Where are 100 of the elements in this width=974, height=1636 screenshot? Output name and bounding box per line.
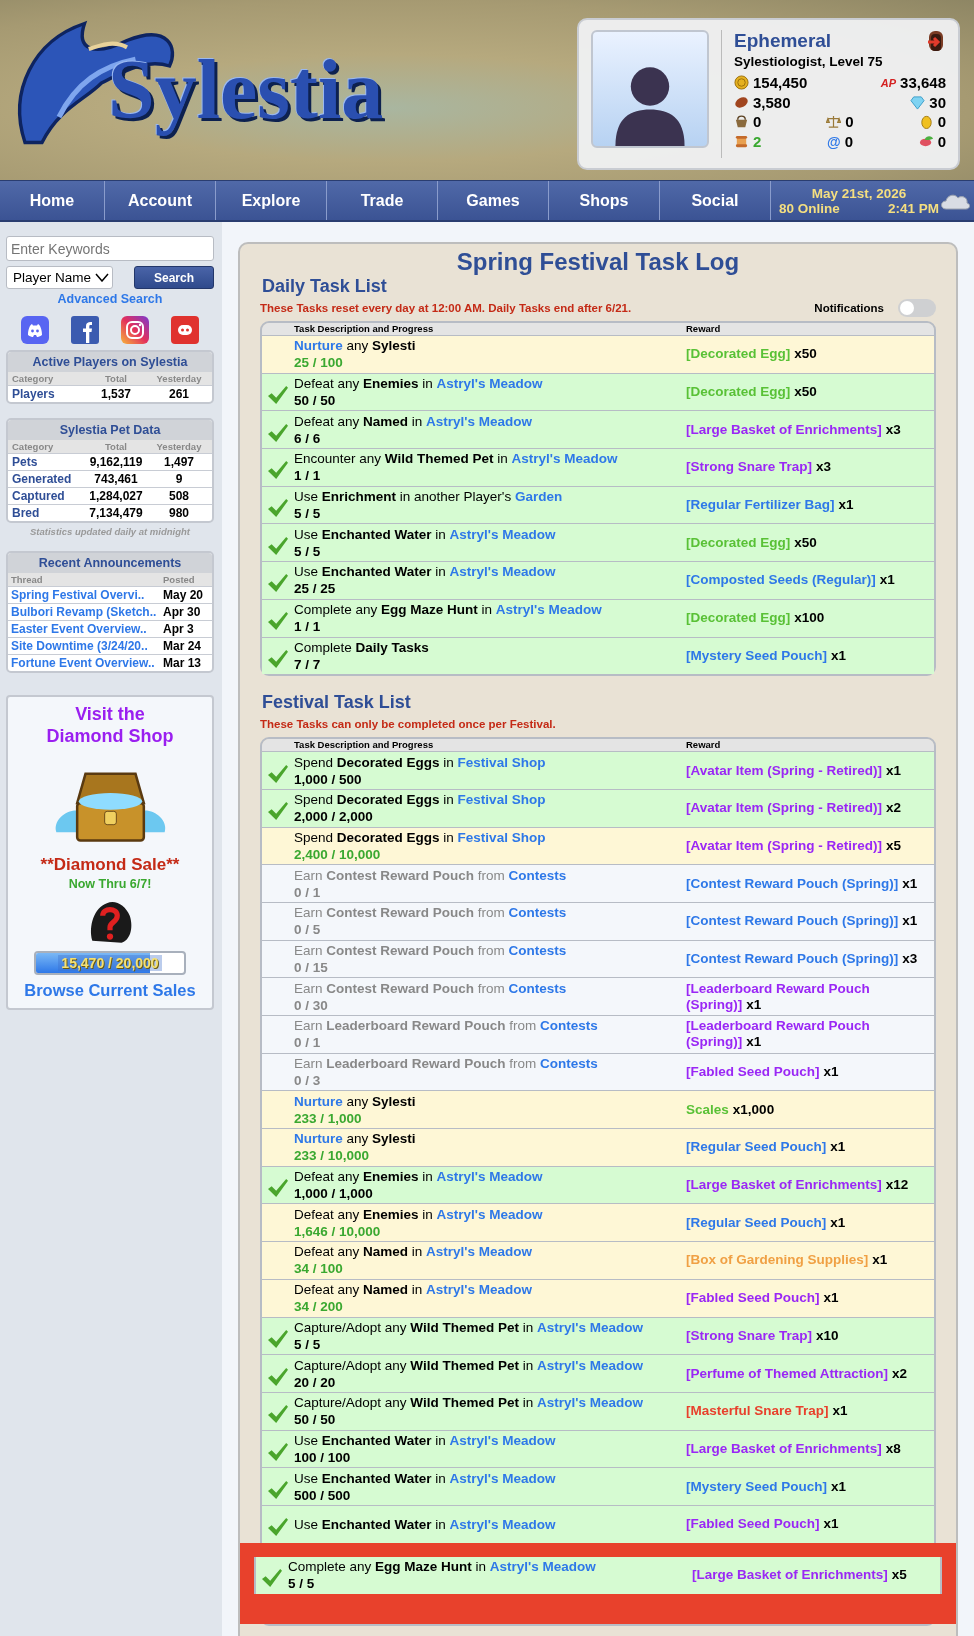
nav-tab[interactable]: Shops	[549, 181, 660, 220]
task-link[interactable]: Astryl's Meadow	[537, 1319, 643, 1335]
task-link[interactable]: Astryl's Meadow	[449, 1432, 556, 1448]
nav-tab[interactable]: Explore	[216, 181, 327, 220]
online-count-link[interactable]: 80 Online	[779, 200, 840, 216]
task-link[interactable]: Astryl's Meadow	[426, 1244, 533, 1260]
task-link[interactable]: Astryl's Meadow	[495, 602, 602, 618]
announcement-link[interactable]: Site Downtime (3/24/20..	[11, 639, 163, 653]
task-link[interactable]: Contests	[508, 905, 567, 921]
reward-text[interactable]: [Contest Reward Pouch (Spring)] x3	[686, 950, 934, 967]
reward-text[interactable]: [Box of Gardening Supplies] x1	[686, 1252, 934, 1269]
task-link[interactable]: Astryl's Meadow	[537, 1395, 643, 1411]
task-link[interactable]: Astryl's Meadow	[537, 1357, 643, 1373]
reward-text[interactable]: [Contest Reward Pouch (Spring)] x1	[686, 875, 934, 892]
reward-text[interactable]: Scales x1,000	[686, 1101, 934, 1118]
reward-text[interactable]: [Mystery Seed Pouch] x1	[686, 1478, 934, 1495]
task-link[interactable]: Astryl's Meadow	[426, 413, 533, 429]
nav-tab[interactable]: Account	[105, 181, 216, 220]
category-link[interactable]: Players	[12, 387, 82, 401]
reward-text[interactable]: [Fabled Seed Pouch] x1	[686, 1290, 934, 1307]
task-link[interactable]: Astryl's Meadow	[449, 526, 556, 542]
checkmark-icon	[267, 1404, 289, 1425]
task-link[interactable]: Nurture	[294, 1131, 343, 1147]
search-button[interactable]: Search	[134, 266, 214, 289]
task-link[interactable]: Contests	[508, 942, 567, 958]
announcement-link[interactable]: Bulbori Revamp (Sketch..	[11, 605, 163, 619]
instagram-icon[interactable]	[121, 316, 149, 344]
task-link[interactable]: Nurture	[294, 338, 343, 354]
task-link[interactable]: Astryl's Meadow	[449, 564, 556, 580]
avatar-placeholder[interactable]	[591, 30, 709, 148]
task-link[interactable]: Contests	[508, 867, 567, 883]
site-logo-text[interactable]: Sylestia	[108, 41, 384, 138]
reward-text[interactable]: [Decorated Egg] x50	[686, 384, 934, 401]
checkmark-icon	[267, 763, 289, 784]
advanced-search-link[interactable]: Advanced Search	[57, 292, 163, 306]
reward-text[interactable]: [Fabled Seed Pouch] x1	[686, 1064, 934, 1081]
category-link[interactable]: Captured	[12, 489, 82, 503]
checkmark-icon	[267, 385, 289, 406]
reward-text[interactable]: [Mystery Seed Pouch] x1	[686, 647, 934, 664]
reward-text[interactable]: [Perfume of Themed Attraction] x2	[686, 1365, 934, 1382]
reward-text[interactable]: [Regular Seed Pouch] x1	[686, 1139, 934, 1156]
keyword-search-field[interactable]: Enter Keywords	[6, 236, 214, 261]
diamond-shop-link[interactable]: Visit the Diamond Shop	[35, 703, 185, 747]
browse-sales-link[interactable]: Browse Current Sales	[24, 981, 196, 1000]
reward-text[interactable]: [Masterful Snare Trap] x1	[686, 1403, 934, 1420]
task-link[interactable]: Astryl's Meadow	[426, 1282, 533, 1298]
reward-text[interactable]: [Strong Snare Trap] x10	[686, 1327, 934, 1344]
reward-text[interactable]: [Leaderboard Reward Pouch (Spring)] x1	[686, 1018, 934, 1051]
category-link[interactable]: Bred	[12, 506, 82, 520]
notifications-label: Notifications	[814, 302, 884, 314]
task-link[interactable]: Astryl's Meadow	[449, 1516, 556, 1532]
game-controller-icon[interactable]	[171, 316, 199, 344]
task-link[interactable]: Astryl's Meadow	[511, 451, 618, 467]
reward-text[interactable]: [Large Basket of Enrichments] x12	[686, 1177, 934, 1194]
task-link[interactable]: Astryl's Meadow	[436, 1169, 543, 1185]
reward-text[interactable]: [Regular Fertilizer Bag] x1	[686, 497, 934, 514]
reward-text[interactable]: [Decorated Egg] x50	[686, 534, 934, 551]
facebook-icon[interactable]	[71, 316, 99, 344]
task-link[interactable]: Nurture	[294, 1093, 343, 1109]
reward-text[interactable]: [Large Basket of Enrichments] x8	[686, 1440, 934, 1457]
reward-text[interactable]: [Leaderboard Reward Pouch (Spring)] x1	[686, 980, 934, 1013]
task-link[interactable]: Astryl's Meadow	[436, 376, 543, 392]
task-link[interactable]: Contests	[540, 1056, 598, 1072]
reward-text[interactable]: [Strong Snare Trap] x3	[686, 459, 934, 476]
nav-tab[interactable]: Social	[660, 181, 771, 220]
reward-text[interactable]: [Composted Seeds (Regular)] x1	[686, 572, 934, 589]
reward-text[interactable]: [Large Basket of Enrichments] x5	[692, 1567, 940, 1584]
task-link[interactable]: Contests	[508, 980, 567, 996]
logout-door-icon[interactable]	[926, 30, 946, 52]
task-link[interactable]: Astryl's Meadow	[449, 1470, 556, 1486]
column-header: Task Description and Progress	[294, 739, 435, 752]
task-link[interactable]: Astryl's Meadow	[489, 1559, 596, 1575]
discord-icon[interactable]	[21, 316, 49, 344]
reward-text[interactable]: [Contest Reward Pouch (Spring)] x1	[686, 913, 934, 930]
nav-tab[interactable]: Games	[438, 181, 549, 220]
reward-text[interactable]: [Fabled Seed Pouch] x1	[686, 1516, 934, 1533]
task-link[interactable]: Festival Shop	[457, 754, 546, 770]
reward-text[interactable]: [Decorated Egg] x100	[686, 610, 934, 627]
search-type-dropdown[interactable]: Player Name	[6, 266, 113, 289]
announcement-link[interactable]: Spring Festival Overvi..	[11, 588, 163, 602]
username-link[interactable]: Ephemeral	[734, 30, 832, 52]
task-link[interactable]: Garden	[514, 489, 563, 505]
reward-text[interactable]: [Avatar Item (Spring - Retired)] x1	[686, 762, 934, 779]
announcement-link[interactable]: Fortune Event Overview..	[11, 656, 163, 670]
reward-text[interactable]: [Decorated Egg] x50	[686, 346, 934, 363]
task-link[interactable]: Astryl's Meadow	[436, 1206, 543, 1222]
task-link[interactable]: Festival Shop	[457, 829, 546, 845]
reward-text[interactable]: [Regular Seed Pouch] x1	[686, 1214, 934, 1231]
category-link[interactable]: Pets	[12, 455, 82, 469]
nav-tab[interactable]: Home	[0, 181, 105, 220]
nav-tab[interactable]: Trade	[327, 181, 438, 220]
reward-text[interactable]: [Avatar Item (Spring - Retired)] x2	[686, 800, 934, 817]
task-link[interactable]: Contests	[540, 1018, 598, 1034]
notifications-toggle[interactable]	[898, 299, 936, 317]
reward-text[interactable]: [Large Basket of Enrichments] x3	[686, 421, 934, 438]
announcement-link[interactable]: Easter Event Overview..	[11, 622, 163, 636]
category-link[interactable]: Generated	[12, 472, 82, 486]
reward-text[interactable]: [Avatar Item (Spring - Retired)] x5	[686, 837, 934, 854]
task-link[interactable]: Festival Shop	[457, 792, 546, 808]
task-progress: 25 / 25	[294, 580, 337, 598]
